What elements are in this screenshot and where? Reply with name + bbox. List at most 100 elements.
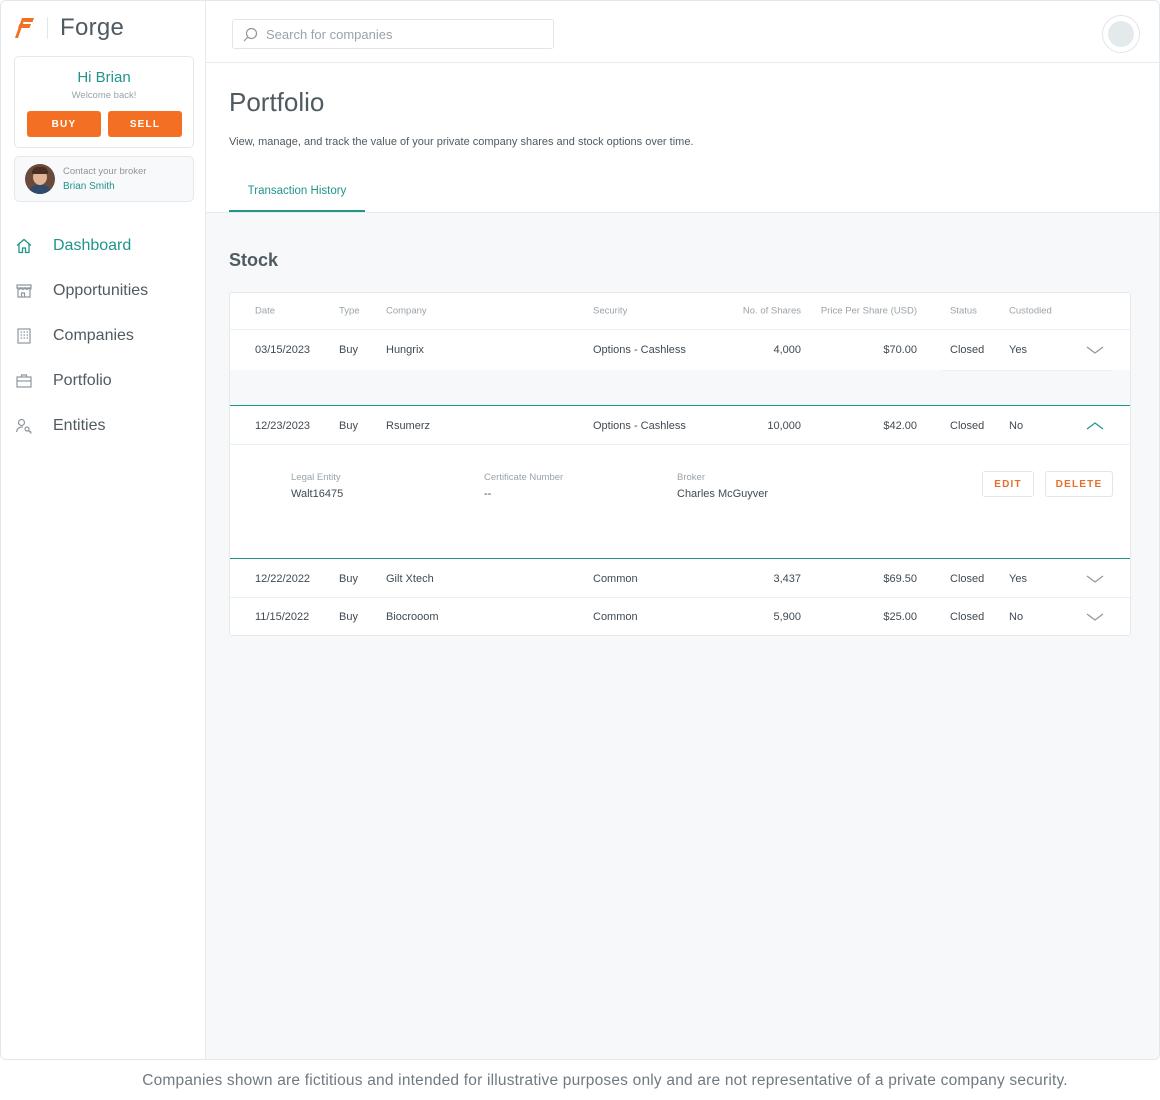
tab-transaction-history[interactable]: Transaction History (229, 175, 365, 212)
welcome-subtitle: Welcome back! (71, 90, 137, 101)
detail-broker: Broker Charles McGuyver (677, 472, 768, 500)
sell-button[interactable]: SELL (108, 111, 182, 137)
page-description: View, manage, and track the value of you… (229, 136, 694, 148)
cell-type: Buy (339, 611, 358, 623)
sidebar-item-opportunities[interactable]: Opportunities (1, 268, 206, 313)
cell-company: Biocrooom (386, 611, 439, 623)
column-header-company[interactable]: Company (386, 306, 427, 317)
detail-label: Certificate Number (484, 472, 564, 483)
sidebar-nav: Dashboard Opportunities Companies Portfo… (1, 223, 206, 448)
broker-card[interactable]: Contact your broker Brian Smith (14, 156, 194, 202)
table-row[interactable]: 03/15/2023 Buy Hungrix Options - Cashles… (230, 331, 1130, 369)
column-header-price[interactable]: Price Per Share (USD) (821, 306, 917, 317)
section-title-stock: Stock (229, 250, 279, 270)
broker-name[interactable]: Brian Smith (63, 181, 146, 192)
cell-date: 12/22/2022 (255, 572, 311, 585)
cell-price: $42.00 (883, 419, 917, 432)
chevron-down-icon[interactable] (1086, 573, 1104, 585)
table-row-expanded[interactable]: 12/23/2023 Buy Rsumerz Options - Cashles… (230, 407, 1130, 445)
detail-value: Charles McGuyver (677, 488, 769, 500)
cell-company: Hungrix (386, 344, 424, 356)
cell-type: Buy (339, 572, 358, 585)
chevron-down-icon[interactable] (1086, 611, 1104, 623)
sidebar-item-label: Dashboard (53, 236, 132, 254)
row-spacer (230, 370, 1130, 406)
sidebar-item-label: Portfolio (53, 371, 112, 389)
cell-status: Closed (950, 419, 985, 432)
detail-legal-entity: Legal Entity Walt16475 (291, 472, 343, 500)
search-input[interactable] (266, 26, 536, 42)
cell-date: 12/23/2023 (255, 419, 311, 432)
page-header: Portfolio View, manage, and track the va… (206, 63, 1159, 213)
row-details-panel: Legal Entity Walt16475 Certificate Numbe… (230, 445, 1130, 559)
profile-avatar[interactable] (1102, 15, 1140, 53)
cell-security: Common (593, 572, 638, 585)
cell-price: $70.00 (883, 344, 917, 356)
cell-security: Options - Cashless (593, 344, 686, 356)
brand[interactable]: Forge (13, 13, 124, 43)
brand-divider (47, 17, 48, 39)
cell-status: Closed (950, 344, 985, 356)
sidebar: Forge Hi Brian Welcome back! BUY SELL Co… (1, 1, 206, 1059)
sidebar-item-dashboard[interactable]: Dashboard (1, 223, 206, 268)
cell-company: Rsumerz (386, 419, 431, 432)
stock-table: Date Type Company Security No. of Shares… (229, 292, 1131, 636)
cell-date: 03/15/2023 (255, 344, 311, 356)
cell-custodied: No (1009, 419, 1024, 432)
cell-company: Gilt Xtech (386, 572, 434, 585)
cell-type: Buy (339, 419, 358, 432)
building-icon (14, 326, 34, 346)
trade-buttons: BUY SELL (27, 111, 182, 137)
sidebar-item-entities[interactable]: Entities (1, 403, 206, 448)
sidebar-item-label: Entities (53, 416, 106, 434)
page-title: Portfolio (229, 87, 325, 117)
chevron-up-icon[interactable] (1086, 420, 1104, 432)
table-row[interactable]: 12/22/2022 Buy Gilt Xtech Common 3,437 $… (230, 560, 1130, 598)
cell-shares: 3,437 (773, 572, 801, 585)
column-header-shares[interactable]: No. of Shares (743, 306, 801, 317)
sidebar-item-companies[interactable]: Companies (1, 313, 206, 358)
sidebar-item-portfolio[interactable]: Portfolio (1, 358, 206, 403)
profile-avatar-placeholder (1108, 21, 1134, 47)
column-header-custodied[interactable]: Custodied (1009, 306, 1052, 317)
disclaimer-text: Companies shown are fictitious and inten… (142, 1072, 1068, 1089)
cell-security: Common (593, 611, 638, 623)
cell-shares: 5,900 (773, 611, 801, 623)
broker-label: Contact your broker (63, 166, 147, 177)
sidebar-item-label: Opportunities (53, 281, 149, 299)
welcome-greeting: Hi Brian (77, 69, 131, 86)
delete-button[interactable]: DELETE (1045, 471, 1113, 497)
main-content: Stock Date Type Company Security No. of … (206, 213, 1159, 1059)
welcome-card: Hi Brian Welcome back! BUY SELL (14, 56, 194, 148)
user-key-icon (14, 416, 34, 436)
storefront-icon (14, 281, 34, 301)
search-box[interactable] (232, 19, 554, 49)
top-bar (206, 1, 1159, 63)
detail-certificate-number: Certificate Number -- (484, 472, 563, 500)
cell-date: 11/15/2022 (255, 611, 310, 623)
cell-status: Closed (950, 572, 985, 585)
forge-logo-icon (15, 18, 34, 38)
cell-custodied: Yes (1009, 572, 1027, 585)
search-icon (243, 27, 258, 41)
detail-label: Legal Entity (291, 472, 341, 483)
detail-value: Walt16475 (291, 488, 344, 500)
sidebar-item-label: Companies (53, 326, 134, 344)
cell-price: $25.00 (883, 611, 917, 623)
app-window: Forge Hi Brian Welcome back! BUY SELL Co… (0, 0, 1160, 1060)
column-header-type[interactable]: Type (339, 306, 360, 317)
edit-button[interactable]: EDIT (982, 471, 1034, 497)
briefcase-icon (14, 371, 34, 391)
cell-custodied: No (1009, 611, 1024, 623)
column-header-security[interactable]: Security (593, 306, 627, 317)
cell-shares: 10,000 (767, 419, 801, 432)
column-header-date[interactable]: Date (255, 306, 275, 317)
buy-button[interactable]: BUY (27, 111, 101, 137)
column-header-status[interactable]: Status (950, 306, 977, 317)
cell-security: Options - Cashless (593, 419, 686, 432)
cell-custodied: Yes (1009, 344, 1027, 356)
chevron-down-icon[interactable] (1086, 344, 1104, 356)
brand-name: Forge (60, 14, 125, 41)
cell-type: Buy (339, 344, 358, 356)
table-row[interactable]: 11/15/2022 Buy Biocrooom Common 5,900 $2… (230, 598, 1130, 636)
